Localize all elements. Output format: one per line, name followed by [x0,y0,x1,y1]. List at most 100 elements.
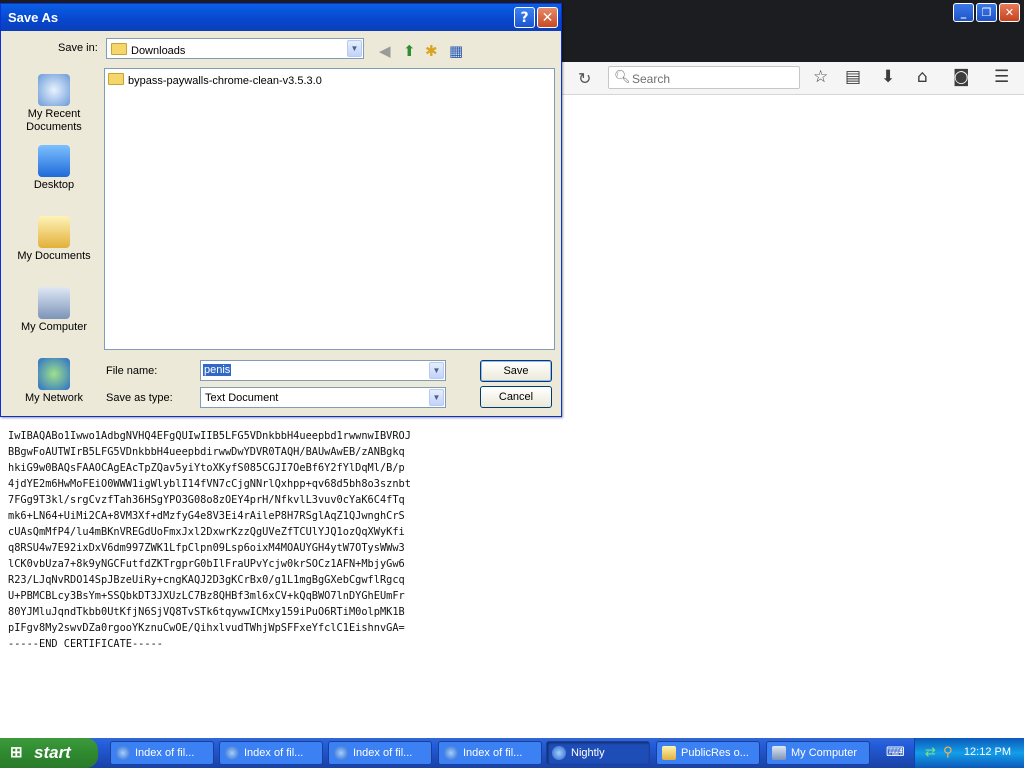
minimize-button[interactable]: _ [953,3,974,22]
restore-button[interactable]: ❐ [976,3,997,22]
text-line: IwIBAQABo1Iwwo1AdbgNVHQ4EFgQUIwIIB5LFG5V… [8,430,411,442]
text-line: cUAsQmMfP4/lu4mBKnVREGdUoFmxJxl2DxwrKzzQ… [8,526,405,538]
reload-icon[interactable]: ↻ [578,69,591,88]
dialog-title: Save As [8,10,59,25]
download-icon[interactable]: ⬇ [881,68,895,86]
text-line: 7FGg9T3kl/srgCvzfTah36HSgYPO3G08o8zOEY4p… [8,494,405,506]
pocket-icon[interactable]: ◙ [953,68,970,86]
save-as-type-value: Text Document [205,392,279,404]
desktop-icon [38,145,70,177]
save-in-dropdown[interactable]: Downloads ▼ [106,38,364,59]
text-line: U+PBMCBLcy3BsYm+SSQbkDT3JXUzLC7Bz8QHBf3m… [8,590,405,602]
save-button[interactable]: Save [480,360,552,382]
back-icon[interactable]: ◀ [379,42,391,60]
place-desktop[interactable]: Desktop [7,145,101,192]
search-placeholder: Search [632,72,671,86]
task-label: My Computer [791,747,858,759]
place-label: My Documents [17,250,91,262]
task-button[interactable]: Index of fil... [219,741,323,765]
nightly-icon [552,746,566,760]
browser-icon [225,746,239,760]
save-as-type-label: Save as type: [106,392,173,404]
folder-icon [108,73,124,85]
browser-close-button[interactable]: ✕ [999,3,1020,22]
network-icon[interactable]: ⇄ [925,745,936,760]
file-list[interactable]: bypass-paywalls-chrome-clean-v3.5.3.0 [104,68,555,350]
task-label: Index of fil... [244,747,304,759]
bookmark-star-icon[interactable]: ☆ [813,68,828,86]
windows-flag-icon: ⊞ [10,744,23,761]
views-menu-icon[interactable]: ▦ [449,42,463,60]
task-button-nightly[interactable]: Nightly [546,741,650,765]
start-button[interactable]: ⊞ start [0,738,98,768]
save-as-dialog: Save As ? ✕ Save in: Downloads ▼ ◀ ⬆ ✱ ▦… [0,3,562,417]
task-label: Nightly [571,747,605,759]
text-line: q8RSU4w7E92ixDxV6dm997ZWK1LfpClpn09Lsp6o… [8,542,405,554]
browser-icon [444,746,458,760]
task-button[interactable]: Index of fil... [110,741,214,765]
place-label: Desktop [33,179,75,191]
system-tray: ⇄ ⚲ 12:12 PM [914,738,1024,768]
place-my-computer[interactable]: My Computer [7,287,101,334]
library-icon[interactable]: ▤ [845,68,861,86]
text-line: lCK0vbUza7+8k9yNGCFutfdZKTrgprG0bIlFraUP… [8,558,405,570]
place-label: My Recent Documents [26,108,82,133]
search-tray-icon[interactable]: ⚲ [943,745,953,760]
search-icon: 🔍︎ [614,69,631,84]
file-name-field[interactable]: penis ▼ [200,360,446,381]
text-line: 80YJMluJqndTkbb0UtKfjN6SjVQ8TvSTk6tqywwI… [8,606,405,618]
save-in-value: Downloads [131,45,186,57]
menu-icon[interactable]: ☰ [994,68,1009,86]
place-my-recent-documents[interactable]: My Recent Documents [7,74,101,134]
my-computer-icon [772,746,786,760]
recent-documents-icon [38,74,70,106]
chevron-down-icon[interactable]: ▼ [347,40,362,57]
my-computer-icon [38,287,70,319]
file-name-value: penis [203,364,232,376]
up-folder-icon[interactable]: ⬆ [403,42,416,60]
save-in-label: Save in: [58,42,98,54]
task-button[interactable]: Index of fil... [328,741,432,765]
folder-icon [662,746,676,760]
save-as-type-dropdown[interactable]: Text Document ▼ [200,387,446,408]
task-button[interactable]: Index of fil... [438,741,542,765]
home-icon[interactable]: ⌂ [917,68,928,86]
file-item[interactable]: bypass-paywalls-chrome-clean-v3.5.3.0 [108,73,322,87]
text-line: 4jdYE2m6HwMoFEiO0WWW1igWlyblI14fVN7cCjgN… [8,478,411,490]
my-network-icon [38,358,70,390]
dialog-close-button[interactable]: ✕ [537,7,558,28]
help-button[interactable]: ? [514,7,535,28]
text-line: BBgwFoAUTWIrB5LFG5VDnkbbH4ueepbdirwwDwYD… [8,446,405,458]
text-line: hkiG9w0BAQsFAAOCAgEAcTpZQav5yiYtoXKyfS08… [8,462,405,474]
file-name-label: File name: [106,365,158,377]
task-button[interactable]: PublicRes o... [656,741,760,765]
browser-icon [334,746,348,760]
search-input[interactable]: 🔍︎ Search [608,66,800,89]
place-my-documents[interactable]: My Documents [7,216,101,263]
task-button[interactable]: My Computer [766,741,870,765]
taskbar: ⊞ start Index of fil... Index of fil... … [0,738,1024,768]
text-line: mk6+LN64+UiMi2CA+8VM3Xf+dMzfyG4e8V3Ei4rA… [8,510,405,522]
dialog-titlebar[interactable]: Save As ? ✕ [1,4,561,31]
chevron-down-icon[interactable]: ▼ [429,362,444,379]
task-label: PublicRes o... [681,747,749,759]
page-text: IwIBAQABo1Iwwo1AdbgNVHQ4EFgQUIwIIB5LFG5V… [8,412,411,668]
my-documents-icon [38,216,70,248]
place-label: My Computer [20,321,88,333]
folder-icon [111,43,127,55]
places-bar: My Recent Documents Desktop My Documents… [7,68,101,410]
clock: 12:12 PM [963,746,1011,758]
text-line: pIFgv8My2swvDZa0rgooYKznuCwOE/QihxlvudTW… [8,622,405,634]
place-my-network[interactable]: My Network [7,358,101,405]
keyboard-icon[interactable]: ⌨ [886,745,905,760]
place-label: My Network [24,392,84,404]
start-label: start [34,743,71,762]
task-label: Index of fil... [463,747,523,759]
text-line: R23/LJqNvRDO14SpJBzeUiRy+cngKAQJ2D3gKCrB… [8,574,405,586]
cancel-button[interactable]: Cancel [480,386,552,408]
task-label: Index of fil... [353,747,413,759]
file-item-label: bypass-paywalls-chrome-clean-v3.5.3.0 [128,75,322,87]
chevron-down-icon[interactable]: ▼ [429,389,444,406]
task-label: Index of fil... [135,747,195,759]
new-folder-icon[interactable]: ✱ [425,42,438,60]
